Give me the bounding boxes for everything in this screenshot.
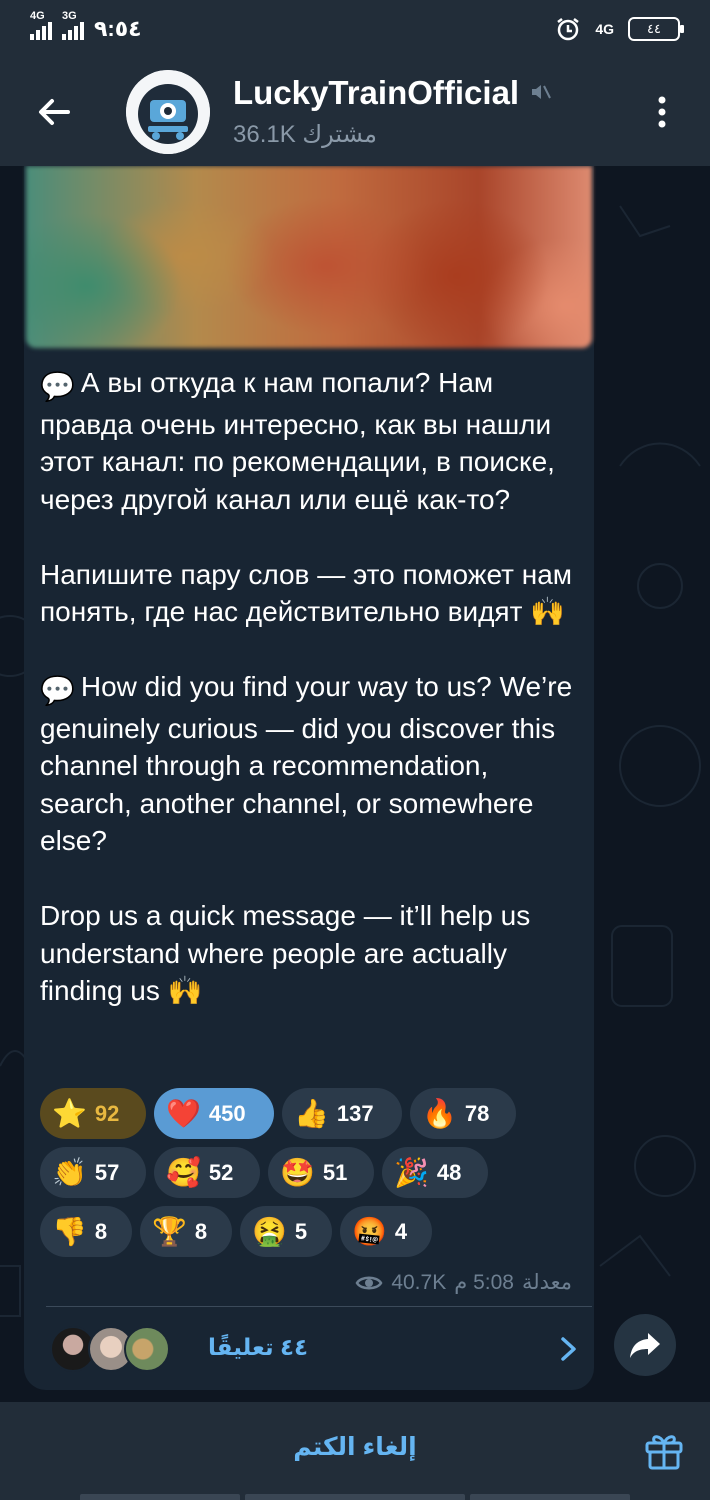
chat-area: 💬 А вы откуда к нам попали? Нам правда оч… (0, 166, 710, 1402)
reaction-row: 👎 8 🏆 8 🤮 5 🤬 4 (40, 1206, 585, 1257)
network-type-1: 4G (30, 10, 45, 22)
reaction-smiling-hearts[interactable]: 🥰 52 (154, 1147, 260, 1198)
gift-icon[interactable] (642, 1428, 686, 1472)
eye-icon (355, 1276, 383, 1289)
star-struck-emoji: 🤩 (280, 1156, 315, 1188)
message-bubble[interactable]: 💬 А вы откуда к нам попали? Нам правда оч… (24, 166, 594, 1390)
vomiting-emoji: 🤮 (252, 1215, 287, 1247)
raising-hands-emoji-2: 🙌 (167, 975, 203, 1006)
heart-emoji: ❤️ (166, 1097, 201, 1129)
paragraph-en-2-text: Drop us a quick message — it’ll help us … (40, 900, 531, 1006)
signal-icon-1: 4G (30, 10, 52, 40)
reaction-count: 52 (208, 1159, 234, 1185)
signal-icon-2: 3G (62, 10, 84, 40)
comments-divider (46, 1306, 592, 1307)
reaction-count: 4 (394, 1218, 408, 1244)
paragraph-ru-1-text: А вы откуда к нам попали? Нам правда оче… (40, 367, 555, 515)
share-icon (630, 1333, 660, 1358)
cursing-face-emoji: 🤬 (352, 1215, 387, 1247)
muted-icon (532, 85, 551, 99)
reaction-count: 57 (94, 1159, 120, 1185)
reaction-count: 450 (208, 1100, 246, 1126)
thumbs-down-emoji: 👎 (52, 1215, 87, 1247)
train-logo-icon (126, 70, 210, 154)
status-bar: 4G 3G ٩:٥٤ 4G ٤٤ (0, 0, 710, 58)
smiling-hearts-emoji: 🥰 (166, 1156, 201, 1188)
network-type-2: 3G (62, 10, 77, 22)
chevron-right-icon (561, 1337, 576, 1361)
trophy-emoji: 🏆 (152, 1215, 187, 1247)
status-left: 4G 3G ٩:٥٤ (30, 10, 142, 42)
reaction-row: ⭐ 92 ❤️ 450 👍 137 🔥 78 (40, 1088, 585, 1139)
paragraph-en-1: 💬 How did you find your way to us? We’re … (40, 668, 585, 860)
reaction-count: 8 (94, 1218, 108, 1244)
reaction-row: 👏 57 🥰 52 🤩 51 🎉 48 (40, 1147, 585, 1198)
party-popper-emoji: 🎉 (394, 1156, 429, 1188)
channel-avatar[interactable] (126, 70, 210, 154)
commenter-avatar (124, 1326, 170, 1372)
star-emoji: ⭐ (52, 1097, 87, 1129)
nav-indicator (245, 1494, 465, 1500)
reaction-star[interactable]: ⭐ 92 (40, 1088, 146, 1139)
network-type-right: 4G (595, 21, 614, 37)
speech-bubble-emoji-2: 💬 (40, 675, 75, 706)
reaction-thumbs-down[interactable]: 👎 8 (40, 1206, 132, 1257)
comments-button[interactable]: ٤٤ تعليقًا (46, 1316, 592, 1382)
reaction-count: 48 (436, 1159, 462, 1185)
reaction-thumbs-up[interactable]: 👍 137 (282, 1088, 402, 1139)
reaction-cursing[interactable]: 🤬 4 (340, 1206, 432, 1257)
more-vert-icon[interactable] (650, 92, 674, 132)
edited-label: معدلة (521, 1271, 572, 1294)
reaction-vomit[interactable]: 🤮 5 (240, 1206, 332, 1257)
subscriber-count: 36.1K مشترك (233, 121, 377, 148)
paragraph-ru-2: Напишите пару слов — это поможет нам пон… (40, 556, 585, 631)
channel-title[interactable]: LuckyTrainOfficial (233, 74, 519, 112)
reactions: ⭐ 92 ❤️ 450 👍 137 🔥 78 👏 57 🥰 52 🤩 51 🎉 48 👎 8 🏆 8… (40, 1088, 585, 1265)
alarm-icon (557, 18, 580, 41)
reaction-clap[interactable]: 👏 57 (40, 1147, 146, 1198)
reaction-count: 5 (294, 1218, 308, 1244)
reaction-count: 8 (194, 1218, 208, 1244)
back-arrow-icon[interactable] (34, 92, 74, 132)
reaction-count: 137 (336, 1100, 374, 1126)
chat-header: LuckyTrainOfficial 36.1K مشترك (0, 58, 710, 166)
paragraph-ru-1: 💬 А вы откуда к нам попали? Нам правда оч… (40, 364, 585, 518)
paragraph-en-1-text: How did you find your way to us? We’re g… (40, 671, 573, 856)
reaction-party[interactable]: 🎉 48 (382, 1147, 488, 1198)
message-media-blurred[interactable] (26, 166, 592, 348)
status-right: 4G ٤٤ (555, 16, 684, 42)
reaction-heart[interactable]: ❤️ 450 (154, 1088, 274, 1139)
paragraph-en-2: Drop us a quick message — it’ll help us … (40, 897, 585, 1010)
reaction-fire[interactable]: 🔥 78 (410, 1088, 516, 1139)
battery-level: ٤٤ (647, 21, 661, 36)
thumbs-up-emoji: 👍 (294, 1097, 329, 1129)
battery-icon: ٤٤ (628, 17, 684, 41)
message-text: 💬 А вы откуда к нам попали? Нам правда оч… (40, 364, 585, 1010)
nav-indicator (80, 1494, 240, 1500)
raising-hands-emoji: 🙌 (530, 596, 566, 627)
share-button[interactable] (614, 1314, 676, 1376)
view-count: 40.7K (391, 1270, 447, 1294)
reaction-count: 92 (94, 1100, 120, 1126)
speech-bubble-emoji: 💬 (40, 371, 75, 402)
reaction-count: 78 (464, 1100, 490, 1126)
fire-emoji: 🔥 (422, 1097, 457, 1129)
message-time: 5:08 م (454, 1271, 514, 1294)
reaction-star-struck[interactable]: 🤩 51 (268, 1147, 374, 1198)
clap-emoji: 👏 (52, 1156, 87, 1188)
clock: ٩:٥٤ (94, 16, 142, 41)
reaction-trophy[interactable]: 🏆 8 (140, 1206, 232, 1257)
unmute-button[interactable]: إلغاء الكتم (0, 1432, 710, 1462)
message-meta: 40.7K 5:08 م معدلة (355, 1270, 572, 1295)
nav-indicator (470, 1494, 630, 1500)
paragraph-ru-2-text: Напишите пару слов — это поможет нам пон… (40, 558, 573, 628)
reaction-count: 51 (322, 1159, 348, 1185)
bottom-bar: إلغاء الكتم (0, 1402, 710, 1500)
comments-count: ٤٤ تعليقًا (208, 1334, 309, 1360)
